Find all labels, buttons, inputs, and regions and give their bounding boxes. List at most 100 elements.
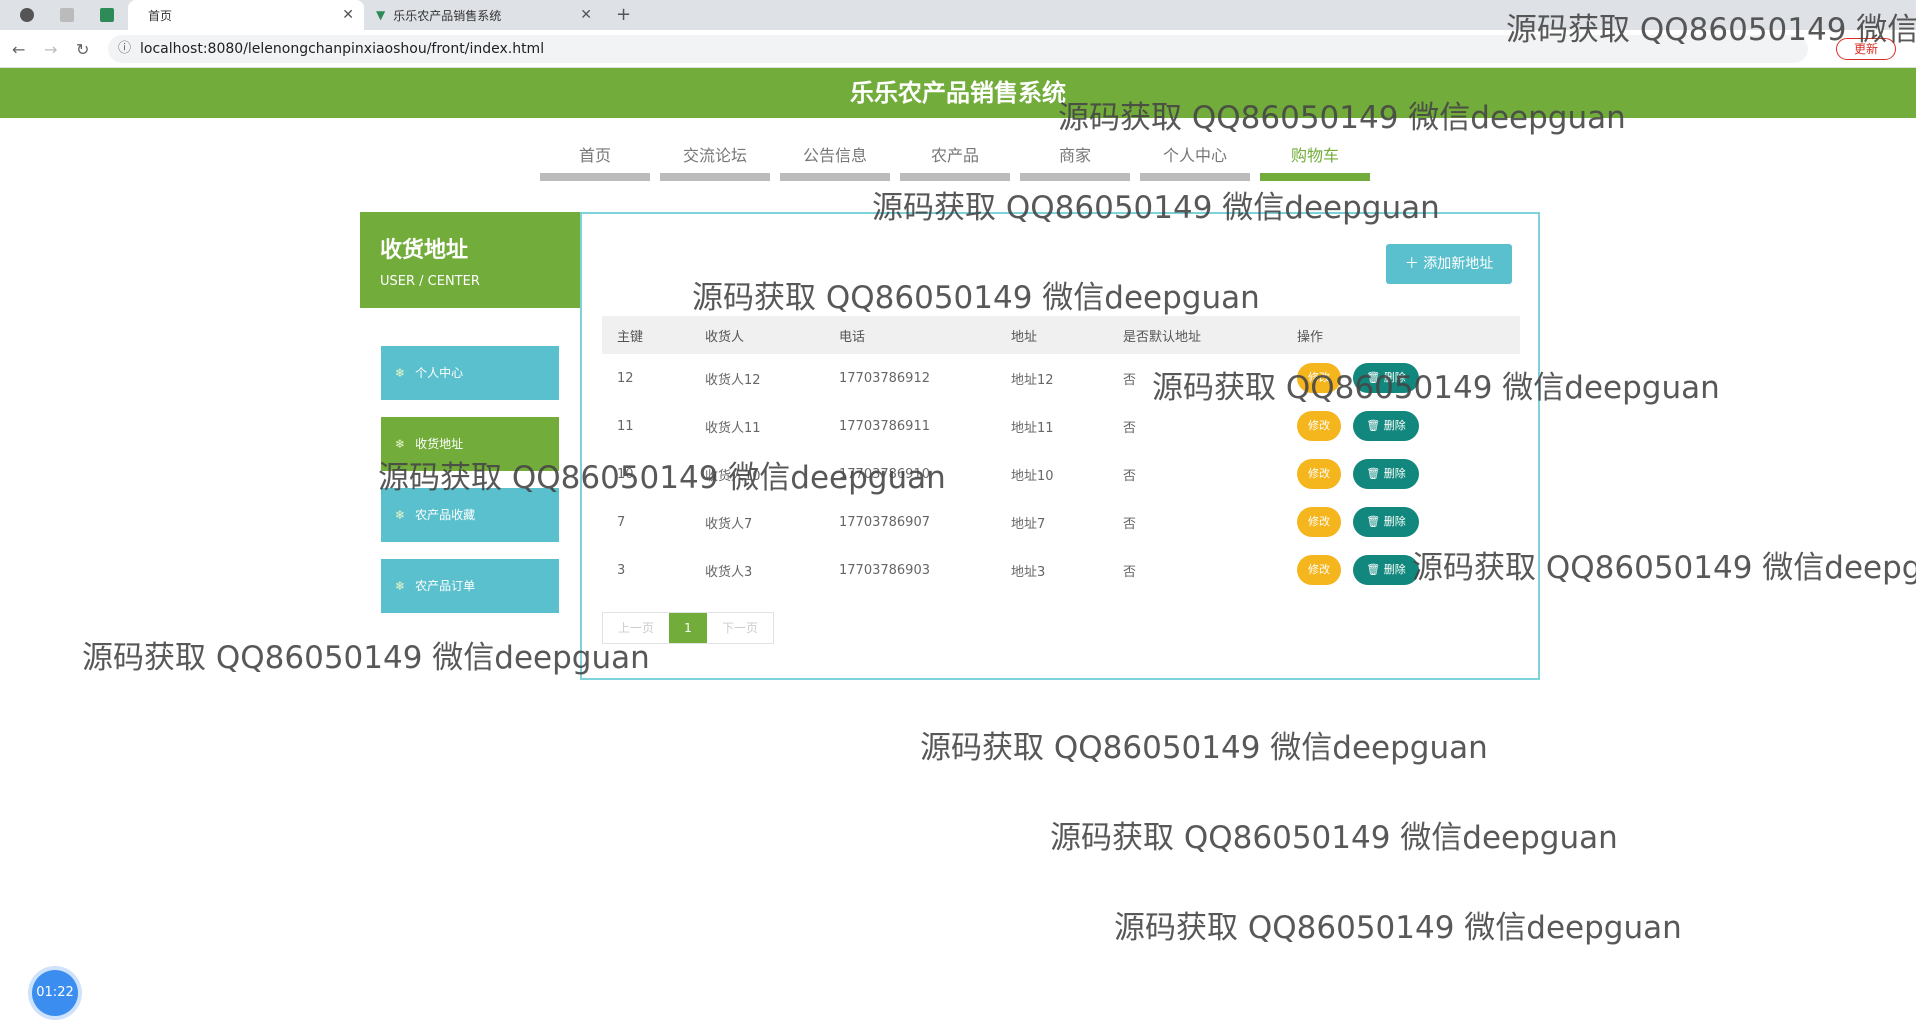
nav-item-home[interactable]: 首页 — [540, 135, 650, 181]
column-header: 收货人 — [690, 316, 824, 354]
snowflake-icon: ❄ — [395, 366, 406, 380]
delete-button[interactable]: 🗑 删除 — [1353, 555, 1419, 585]
tab-system[interactable]: ▼ 乐乐农产品销售系统 ✕ — [366, 0, 602, 30]
watermark-text: 源码获取 QQ86050149 微信deepguan — [1114, 910, 1682, 946]
column-header: 是否默认地址 — [1108, 316, 1282, 354]
table-row: 3 收货人3 17703786903 地址3 否 修改 🗑 删除 — [602, 546, 1520, 594]
watermark-text: 源码获取 QQ86050149 微信deepguan — [1050, 820, 1618, 856]
sidebar-subtitle: USER / CENTER — [380, 274, 480, 289]
add-address-button[interactable]: ＋ 添加新地址 — [1386, 244, 1512, 284]
column-header: 主键 — [602, 316, 690, 354]
tab-label: 首页 — [148, 8, 173, 23]
table-cell: 地址11 — [1011, 420, 1054, 436]
watermark-text: 源码获取 QQ86050149 微信deepguan — [82, 640, 650, 676]
edit-button[interactable]: 修改 — [1297, 507, 1341, 537]
sidebar-item-favorites[interactable]: ❄ 农产品收藏 — [381, 488, 559, 542]
table-cell: 17703786910 — [839, 466, 930, 482]
table-cell: 地址3 — [1011, 564, 1046, 580]
table-cell: 收货人10 — [705, 468, 761, 484]
trash-icon: 🗑 — [1366, 563, 1384, 576]
row-actions: 修改 🗑 删除 — [1282, 498, 1520, 546]
delete-button[interactable]: 🗑 删除 — [1353, 507, 1419, 537]
table-cell: 17703786907 — [839, 514, 930, 530]
sidebar-item-label: 农产品订单 — [415, 579, 476, 593]
table-cell: 地址10 — [1011, 468, 1054, 484]
update-button[interactable]: 更新 — [1836, 38, 1896, 60]
next-page-button[interactable]: 下一页 — [707, 613, 773, 643]
sidebar-item-orders[interactable]: ❄ 农产品订单 — [381, 559, 559, 613]
watermark-text: 源码获取 QQ86050149 微信deepguan — [920, 730, 1488, 766]
table-row: 12 收货人12 17703786912 地址12 否 修改 🗑 删除 — [602, 354, 1520, 402]
blank-tab-icon[interactable] — [60, 8, 74, 22]
sidebar-title: 收货地址 — [380, 238, 469, 263]
trash-icon: 🗑 — [1366, 371, 1384, 384]
sidebar-header: 收货地址 USER / CENTER — [360, 212, 580, 308]
snowflake-icon: ❄ — [395, 508, 406, 522]
row-actions: 修改 🗑 删除 — [1282, 546, 1520, 594]
table-cell: 地址7 — [1011, 516, 1046, 532]
column-header: 地址 — [996, 316, 1108, 354]
sidebar-item-address[interactable]: ❄ 收货地址 — [381, 417, 559, 471]
table-cell: 收货人12 — [705, 372, 761, 388]
info-icon: ⓘ — [118, 41, 132, 56]
nav-item-notice[interactable]: 公告信息 — [780, 135, 890, 181]
row-actions: 修改 🗑 删除 — [1282, 402, 1520, 450]
snowflake-icon: ❄ — [395, 579, 406, 593]
main-nav: 首页 交流论坛 公告信息 农产品 商家 个人中心 购物车 — [540, 135, 1380, 181]
close-icon[interactable]: ✕ — [342, 7, 354, 23]
delete-button[interactable]: 🗑 删除 — [1353, 363, 1419, 393]
nav-item-cart[interactable]: 购物车 — [1260, 135, 1370, 181]
table-cell: 否 — [1123, 564, 1137, 580]
table-cell: 否 — [1123, 468, 1137, 484]
column-header: 电话 — [824, 316, 996, 354]
nav-item-merchant[interactable]: 商家 — [1020, 135, 1130, 181]
url-text: localhost:8080/lelenongchanpinxiaoshou/f… — [140, 41, 545, 57]
table-cell: 收货人7 — [705, 516, 753, 532]
table-cell: 收货人3 — [705, 564, 753, 580]
site-title: 乐乐农产品销售系统 — [0, 68, 1916, 118]
trash-icon: 🗑 — [1366, 467, 1384, 480]
chrome-icon[interactable] — [20, 8, 34, 22]
sidebar-item-user-center[interactable]: ❄ 个人中心 — [381, 346, 559, 400]
trash-icon: 🗑 — [1366, 515, 1384, 528]
address-panel: ＋ 添加新地址 主键 收货人 电话 地址 是否默认地址 操作 12 收货人12 17… — [580, 212, 1540, 680]
reload-icon[interactable]: ↻ — [76, 40, 89, 59]
row-actions: 修改 🗑 删除 — [1282, 354, 1520, 402]
edit-button[interactable]: 修改 — [1297, 411, 1341, 441]
delete-label: 删除 — [1383, 563, 1406, 576]
edit-button[interactable]: 修改 — [1297, 459, 1341, 489]
sidebar-item-label: 收货地址 — [415, 437, 464, 451]
nav-item-products[interactable]: 农产品 — [900, 135, 1010, 181]
delete-label: 删除 — [1383, 419, 1406, 432]
url-field[interactable]: ⓘ localhost:8080/lelenongchanpinxiaoshou… — [108, 35, 1808, 63]
column-header: 操作 — [1282, 316, 1520, 354]
page-number[interactable]: 1 — [669, 613, 707, 643]
forward-icon[interactable]: → — [44, 40, 57, 59]
trash-icon: 🗑 — [1366, 419, 1384, 432]
back-icon[interactable]: ← — [12, 40, 25, 59]
new-tab-icon[interactable]: + — [616, 4, 631, 25]
snowflake-icon: ❄ — [395, 437, 406, 451]
address-bar: ← → ↻ ⓘ localhost:8080/lelenongchanpinxi… — [0, 30, 1916, 68]
nav-item-user-center[interactable]: 个人中心 — [1140, 135, 1250, 181]
nav-item-forum[interactable]: 交流论坛 — [660, 135, 770, 181]
table-cell: 17703786912 — [839, 370, 930, 386]
table-cell: 17703786903 — [839, 562, 930, 578]
delete-label: 删除 — [1383, 467, 1406, 480]
delete-button[interactable]: 🗑 删除 — [1353, 411, 1419, 441]
delete-label: 删除 — [1383, 371, 1406, 384]
delete-button[interactable]: 🗑 删除 — [1353, 459, 1419, 489]
recording-timer[interactable]: 01:22 — [32, 970, 78, 1016]
edit-button[interactable]: 修改 — [1297, 555, 1341, 585]
close-icon[interactable]: ✕ — [580, 7, 592, 23]
table-cell: 否 — [1123, 516, 1137, 532]
tab-home[interactable]: 首页 ✕ — [128, 0, 364, 30]
table-cell: 否 — [1123, 420, 1137, 436]
table-cell: 3 — [617, 562, 626, 578]
table-row: 11 收货人11 17703786911 地址11 否 修改 🗑 删除 — [602, 402, 1520, 450]
vue-icon[interactable] — [100, 8, 114, 22]
table-cell: 17703786911 — [839, 418, 930, 434]
prev-page-button[interactable]: 上一页 — [603, 613, 669, 643]
table-cell: 否 — [1123, 372, 1137, 388]
edit-button[interactable]: 修改 — [1297, 363, 1341, 393]
